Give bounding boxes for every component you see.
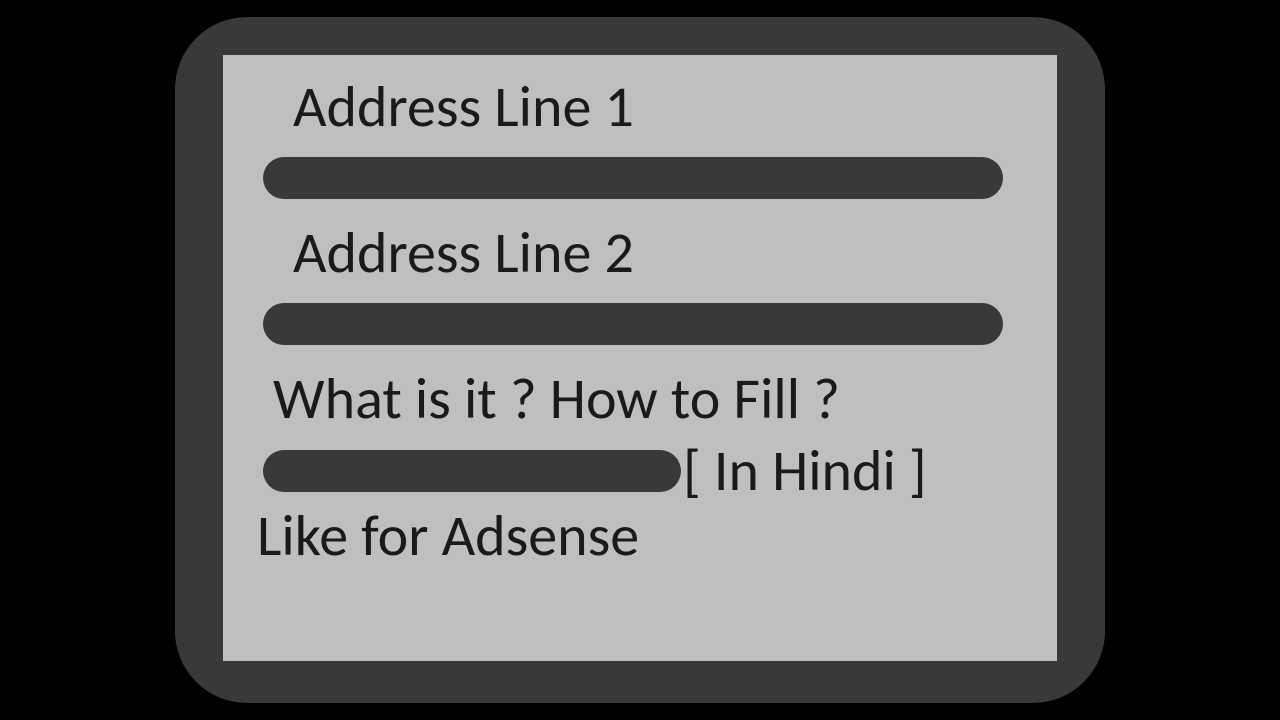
decorative-bar (263, 450, 681, 492)
address-line-1-label: Address Line 1 (293, 75, 1031, 139)
address-line-1-input[interactable] (263, 157, 1003, 199)
thumbnail-card: Address Line 1 Address Line 2 What is it… (175, 17, 1105, 703)
split-row: [ In Hindi ] (249, 442, 1031, 500)
in-hindi-text: [ In Hindi ] (683, 442, 927, 500)
content-panel: Address Line 1 Address Line 2 What is it… (223, 55, 1057, 661)
like-adsense-text: Like for Adsense (257, 504, 1031, 568)
address-line-2-input[interactable] (263, 303, 1003, 345)
question-text: What is it ? How to Fill ? (273, 367, 1031, 431)
address-line-2-label: Address Line 2 (293, 221, 1031, 285)
